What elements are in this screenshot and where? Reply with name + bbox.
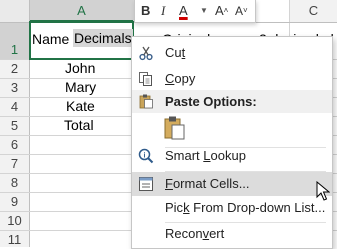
shrink-font-button[interactable]: A˅ <box>235 0 248 22</box>
font-color-letter: A <box>179 3 188 18</box>
caret-down-icon: ˅ <box>243 6 248 15</box>
svg-text:i: i <box>144 153 146 160</box>
cell-a1-name: Name <box>32 31 70 47</box>
clipboard-icon <box>139 94 153 109</box>
row-header-7[interactable]: 7 <box>0 154 29 173</box>
bold-button[interactable]: B <box>141 0 150 22</box>
menu-label-pick-from-dropdown: Pick From Drop-down List... <box>165 200 326 215</box>
row-header-1[interactable]: 1 <box>0 40 29 59</box>
column-header-c[interactable]: C <box>290 0 337 22</box>
row-header-2[interactable]: 2 <box>0 59 29 78</box>
row-header-6[interactable]: 6 <box>0 135 29 154</box>
cell-a1-selected-text: Decimals <box>73 29 133 47</box>
font-color-dropdown[interactable]: ▼ <box>200 0 208 22</box>
copy-icon <box>139 72 152 86</box>
row-header-5[interactable]: 5 <box>0 116 29 135</box>
menu-label-cut: Cut <box>165 45 186 60</box>
row-header-9[interactable]: 9 <box>0 192 29 211</box>
caret-up-icon: ˄ <box>223 6 229 15</box>
menu-item-copy[interactable]: Copy <box>132 67 332 91</box>
grow-font-letter: A <box>215 3 224 18</box>
mouse-cursor-icon <box>316 181 330 201</box>
shrink-font-letter: A <box>235 4 244 18</box>
smart-lookup-icon: i <box>138 148 154 164</box>
cell-a5[interactable]: Total <box>64 117 94 133</box>
paste-option-keep-source[interactable] <box>162 115 188 141</box>
grow-font-button[interactable]: A˄ <box>215 0 228 22</box>
italic-button[interactable]: I <box>161 0 165 22</box>
scissors-icon <box>139 46 153 61</box>
menu-item-reconvert[interactable]: Reconvert <box>132 222 332 246</box>
font-color-button[interactable]: A <box>179 0 199 22</box>
format-cells-icon <box>139 177 153 191</box>
menu-item-smart-lookup[interactable]: i Smart Lookup <box>132 144 332 168</box>
menu-item-format-cells[interactable]: Format Cells... <box>132 172 332 196</box>
menu-label-reconvert: Reconvert <box>165 226 225 241</box>
menu-label-copy: Copy <box>165 71 196 86</box>
menu-label-smart-lookup: Smart Lookup <box>165 148 246 163</box>
row-header-4[interactable]: 4 <box>0 97 29 116</box>
cell-a3[interactable]: Mary <box>65 79 96 95</box>
row-header-10[interactable]: 10 <box>0 211 29 230</box>
row-header-8[interactable]: 8 <box>0 173 29 192</box>
mini-toolbar: B I A ▼ A˄ A˅ <box>134 0 256 23</box>
row-header-11[interactable]: 11 <box>0 230 29 249</box>
cell-a2[interactable]: John <box>65 60 95 76</box>
menu-label-paste-options: Paste Options: <box>165 94 257 109</box>
context-menu: Cut Copy Paste Options: i Smart Lookup F… <box>131 36 333 249</box>
column-header-a[interactable]: A <box>30 0 133 22</box>
cell-a4[interactable]: Kate <box>66 98 95 114</box>
menu-item-pick-from-dropdown[interactable]: Pick From Drop-down List... <box>132 196 332 220</box>
select-all-corner[interactable] <box>0 0 29 22</box>
paste-icon <box>164 116 185 140</box>
menu-section-paste-options: Paste Options: <box>132 90 332 113</box>
row-header-3[interactable]: 3 <box>0 78 29 97</box>
menu-label-format-cells: Format Cells... <box>165 176 250 191</box>
menu-item-cut[interactable]: Cut <box>132 41 332 65</box>
